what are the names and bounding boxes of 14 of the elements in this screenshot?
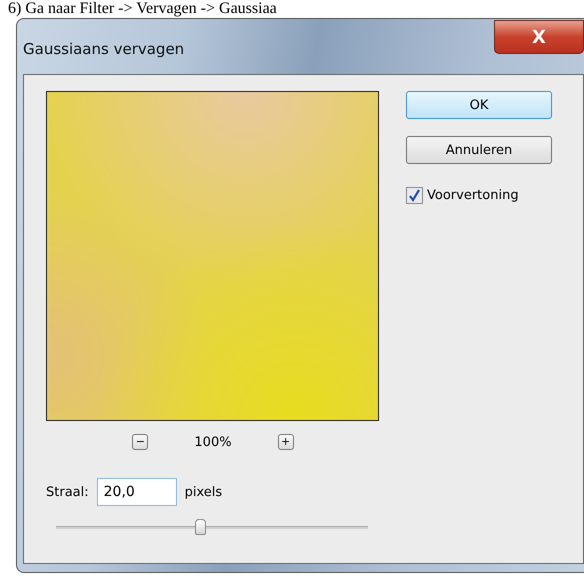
radius-slider[interactable]: [56, 518, 368, 536]
checkbox-label: Voorvertoning: [427, 188, 519, 203]
cancel-button[interactable]: Annuleren: [406, 136, 552, 164]
radius-field[interactable]: 20,0: [96, 478, 177, 506]
window-title: Gaussiaans vervagen: [23, 40, 184, 58]
ok-button[interactable]: OK: [406, 91, 552, 119]
zoom-level: 100%: [194, 434, 232, 450]
zoom-in-button[interactable]: +: [278, 434, 294, 450]
caption-text: 6) Ga naar Filter -> Vervagen -> Gaussiaa: [7, 0, 278, 18]
unit-label: pixels: [184, 484, 222, 500]
checkbox[interactable]: [406, 187, 423, 204]
zoom-out-button[interactable]: −: [132, 434, 148, 450]
close-button[interactable]: X: [494, 20, 584, 54]
radius-label: Straal:: [46, 484, 89, 500]
